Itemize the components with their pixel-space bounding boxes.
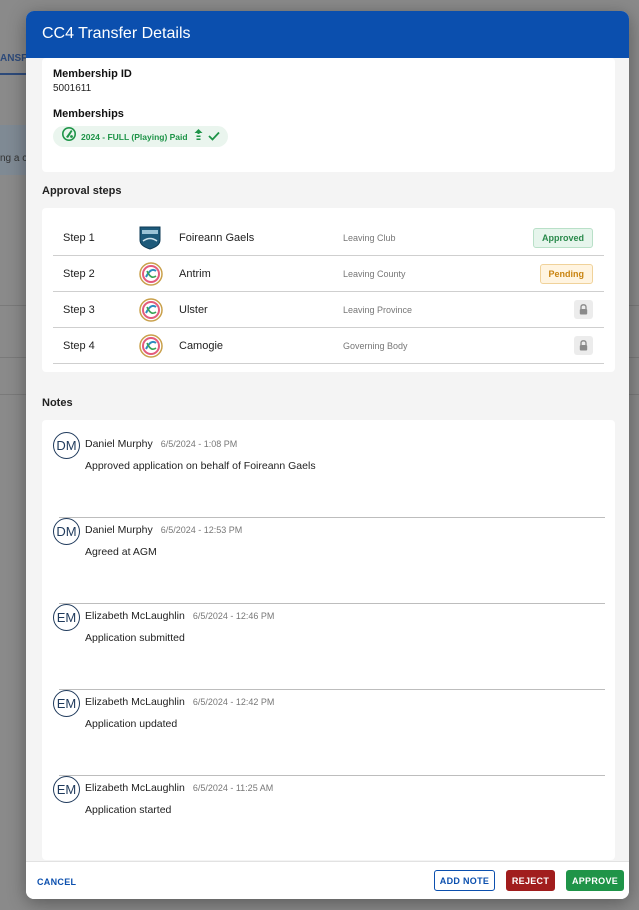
step-type: Leaving County	[343, 268, 406, 279]
notes-card: DM Daniel Murphy 6/5/2024 - 1:08 PM Appro…	[42, 420, 615, 860]
step-label: Step 4	[63, 339, 95, 352]
modal-footer: CANCEL ADD NOTE REJECT APPROVE	[26, 861, 629, 899]
status-badge-approved: Approved	[532, 227, 593, 248]
step-type: Leaving Club	[343, 232, 396, 243]
avatar: EM	[53, 604, 80, 631]
note-header: Elizabeth McLaughlin 6/5/2024 - 11:25 AM	[85, 782, 273, 794]
note-timestamp: 6/5/2024 - 12:46 PM	[192, 611, 275, 621]
modal-title: CC4 Transfer Details	[42, 25, 191, 42]
note-header: Daniel Murphy 6/5/2024 - 1:08 PM	[85, 438, 237, 450]
camogie-player-icon	[62, 126, 76, 147]
avatar: EM	[53, 776, 80, 803]
note-header: Elizabeth McLaughlin 6/5/2024 - 12:46 PM	[85, 610, 274, 622]
note-timestamp: 6/5/2024 - 12:53 PM	[160, 525, 243, 535]
lock-icon	[574, 300, 593, 319]
memberships-label: Memberships	[53, 108, 124, 120]
note-author: Elizabeth McLaughlin	[85, 696, 185, 708]
approval-step-row: Step 4 Camogie Governing Body	[53, 328, 604, 364]
note-item: DM Daniel Murphy 6/5/2024 - 12:53 PM Agre…	[53, 518, 605, 604]
reject-button[interactable]: REJECT	[506, 870, 555, 891]
note-text: Approved application on behalf of Foirea…	[85, 460, 316, 472]
camogie-logo-icon	[139, 333, 179, 358]
note-timestamp: 6/5/2024 - 12:42 PM	[192, 697, 275, 707]
step-label: Step 3	[63, 303, 95, 316]
note-item: EM Elizabeth McLaughlin 6/5/2024 - 12:42 …	[53, 690, 605, 776]
paid-check-icon	[207, 128, 220, 146]
approval-steps-title: Approval steps	[42, 185, 122, 197]
approval-step-row: Step 2 Antrim Leaving County Pending	[53, 256, 604, 292]
membership-id-value: 5001611	[53, 83, 92, 94]
step-organisation: Antrim	[179, 267, 211, 280]
note-author: Daniel Murphy	[85, 438, 153, 450]
camogie-logo-icon	[139, 297, 179, 322]
note-text: Agreed at AGM	[85, 546, 157, 558]
approval-step-row: Step 3 Ulster Leaving Province	[53, 292, 604, 328]
club-crest-icon	[139, 226, 179, 250]
approval-steps-card: Step 1 Foireann Gaels Leaving Club Appro…	[42, 208, 615, 372]
step-label: Step 1	[63, 231, 95, 244]
note-text: Application submitted	[85, 632, 185, 644]
avatar: EM	[53, 690, 80, 717]
note-timestamp: 6/5/2024 - 11:25 AM	[192, 783, 274, 793]
step-type: Leaving Province	[343, 304, 413, 315]
note-item: EM Elizabeth McLaughlin 6/5/2024 - 12:46 …	[53, 604, 605, 690]
note-author: Elizabeth McLaughlin	[85, 610, 185, 622]
membership-card: Membership ID 5001611 Memberships 2024 -…	[42, 58, 615, 172]
step-label: Step 2	[63, 267, 95, 280]
modal-body[interactable]: Membership ID 5001611 Memberships 2024 -…	[26, 58, 629, 861]
step-type: Governing Body	[343, 340, 408, 351]
cancel-button[interactable]: CANCEL	[37, 871, 76, 892]
note-author: Elizabeth McLaughlin	[85, 782, 185, 794]
avatar: DM	[53, 432, 80, 459]
approval-step-row: Step 1 Foireann Gaels Leaving Club Appro…	[53, 220, 604, 256]
note-timestamp: 6/5/2024 - 1:08 PM	[160, 439, 238, 449]
note-text: Application updated	[85, 718, 178, 730]
notes-title: Notes	[42, 397, 73, 409]
transfer-details-modal: CC4 Transfer Details Membership ID 50016…	[26, 11, 629, 899]
camogie-logo-icon	[139, 261, 179, 286]
membership-id-label: Membership ID	[53, 68, 132, 80]
note-author: Daniel Murphy	[85, 524, 153, 536]
step-organisation: Camogie	[179, 339, 224, 352]
lock-icon	[574, 336, 593, 355]
avatar: DM	[53, 518, 80, 545]
note-header: Elizabeth McLaughlin 6/5/2024 - 12:42 PM	[85, 696, 274, 708]
step-organisation: Ulster	[179, 303, 208, 316]
modal-header: CC4 Transfer Details	[26, 11, 629, 58]
tier-up-icon	[194, 128, 203, 146]
note-item: EM Elizabeth McLaughlin 6/5/2024 - 11:25 …	[53, 776, 605, 861]
status-badge-pending: Pending	[539, 263, 593, 284]
membership-chip-label: 2024 - FULL (Playing) Paid	[81, 131, 188, 142]
membership-chip: 2024 - FULL (Playing) Paid	[53, 126, 228, 147]
add-note-button[interactable]: ADD NOTE	[434, 870, 495, 891]
note-header: Daniel Murphy 6/5/2024 - 12:53 PM	[85, 524, 242, 536]
note-text: Application started	[85, 804, 172, 816]
note-item: DM Daniel Murphy 6/5/2024 - 1:08 PM Appro…	[53, 432, 605, 518]
step-organisation: Foireann Gaels	[179, 231, 255, 244]
approve-button[interactable]: APPROVE	[566, 870, 624, 891]
